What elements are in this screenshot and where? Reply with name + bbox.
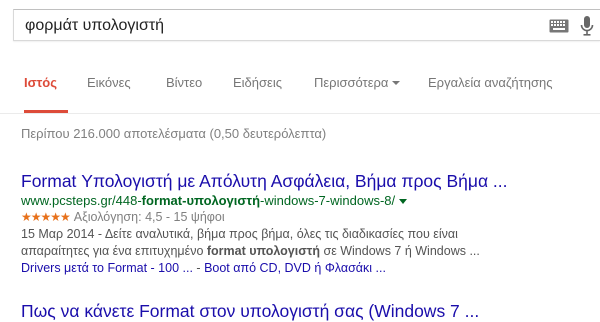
snippet-text: απαραίτητες για ένα επιτυχημένο (21, 244, 207, 258)
result-title-link[interactable]: Πως να κάνετε Format στον υπολογιστή σας… (21, 300, 479, 322)
rating-prefix: Αξιολόγηση: (73, 210, 142, 224)
result-title-link[interactable]: Format Υπολογιστή με Απόλυτη Ασφάλεια, Β… (21, 170, 508, 192)
rating-value: 4,5 - 15 ψήφοι (145, 210, 225, 224)
url-bold: format-υπολογιστή (141, 193, 261, 208)
active-tab-indicator (24, 110, 68, 113)
url-suffix: -windows-7-windows-8/ (260, 193, 396, 208)
url-prefix: www.pcsteps.gr/448- (21, 193, 142, 208)
search-bar[interactable] (13, 9, 600, 41)
tab-images[interactable]: Εικόνες (87, 75, 131, 90)
search-tabs: Ιστός Εικόνες Βίντεο Ειδήσεις Περισσότερ… (0, 54, 600, 114)
rating-stars: ★★★★★ (21, 210, 71, 224)
search-result: Format Υπολογιστή με Απόλυτη Ασφάλεια, Β… (21, 170, 508, 277)
snippet-date: 15 Μαρ 2014 - (21, 227, 105, 241)
tab-news[interactable]: Ειδήσεις (233, 75, 282, 90)
caret-down-icon (392, 80, 401, 85)
snippet-text: σε Windows 7 ή Windows ... (320, 244, 480, 258)
rating-line: ★★★★★ Αξιολόγηση: 4,5 - 15 ψήφοι (21, 209, 508, 226)
result-snippet-line-2: απαραίτητες για ένα επιτυχημένο format υ… (21, 243, 508, 260)
sitelink-boot[interactable]: Boot από CD, DVD ή Φλασάκι ... (204, 261, 386, 275)
snippet-bold: format υπολογιστή (206, 244, 320, 258)
snippet-text: Δείτε αναλυτικά, βήμα προς βήμα, όλες τι… (104, 227, 458, 241)
tab-more[interactable]: Περισσότερα (314, 75, 401, 90)
separator: - (196, 261, 201, 275)
result-url: www.pcsteps.gr/448-format-υπολογιστή-win… (21, 192, 508, 209)
keyboard-icon[interactable] (549, 19, 569, 33)
tab-more-label: Περισσότερα (314, 75, 389, 90)
sitelink-drivers[interactable]: Drivers μετά το Format - 100 ... (21, 261, 193, 275)
sitelinks: Drivers μετά το Format - 100 ... - Boot … (21, 260, 508, 277)
search-input[interactable] (25, 16, 525, 36)
tab-web[interactable]: Ιστός (24, 75, 57, 90)
caret-down-icon[interactable] (399, 199, 408, 205)
tab-search-tools[interactable]: Εργαλεία αναζήτησης (428, 75, 553, 90)
result-stats: Περίπου 216.000 αποτελέσματα (0,50 δευτε… (21, 126, 327, 141)
microphone-icon[interactable] (580, 16, 594, 36)
result-snippet-line-1: 15 Μαρ 2014 - Δείτε αναλυτικά, βήμα προς… (21, 226, 508, 243)
tab-videos[interactable]: Βίντεο (166, 75, 202, 90)
search-result: Πως να κάνετε Format στον υπολογιστή σας… (21, 300, 479, 322)
